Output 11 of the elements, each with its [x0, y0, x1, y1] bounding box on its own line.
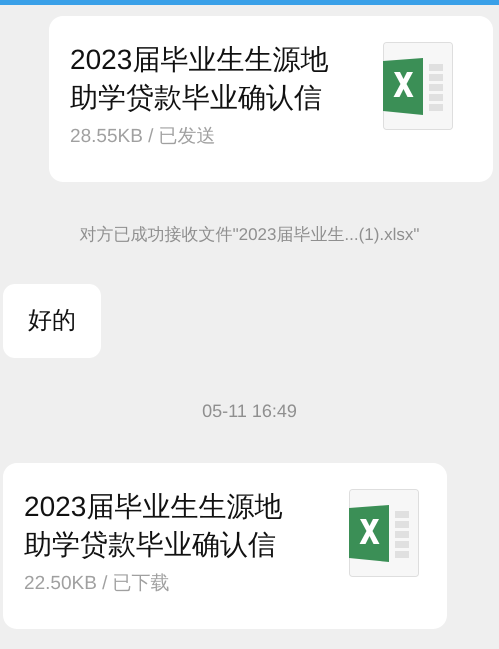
system-notice: 对方已成功接收文件"2023届毕业生...(1).xlsx" [80, 224, 420, 246]
file-name: 2023届毕业生生源地助学贷款毕业确认信 [24, 490, 284, 562]
file-name: 2023届毕业生生源地助学贷款毕业确认信 [70, 43, 330, 115]
file-status: 22.50KB / 已下载 [24, 572, 171, 596]
timestamp: 05-11 16:49 [202, 400, 297, 422]
spreadsheet-file-icon [349, 488, 419, 576]
file-message[interactable]: 2023届毕业生生源地助学贷款毕业确认信 28.55KB / 已发送 [49, 16, 493, 182]
file-status: 28.55KB / 已发送 [70, 125, 217, 149]
file-message[interactable]: 2023届毕业生生源地助学贷款毕业确认信 22.50KB / 已下载 [3, 462, 447, 628]
message-bubble: 好的 [3, 284, 101, 358]
spreadsheet-file-icon [383, 42, 453, 130]
